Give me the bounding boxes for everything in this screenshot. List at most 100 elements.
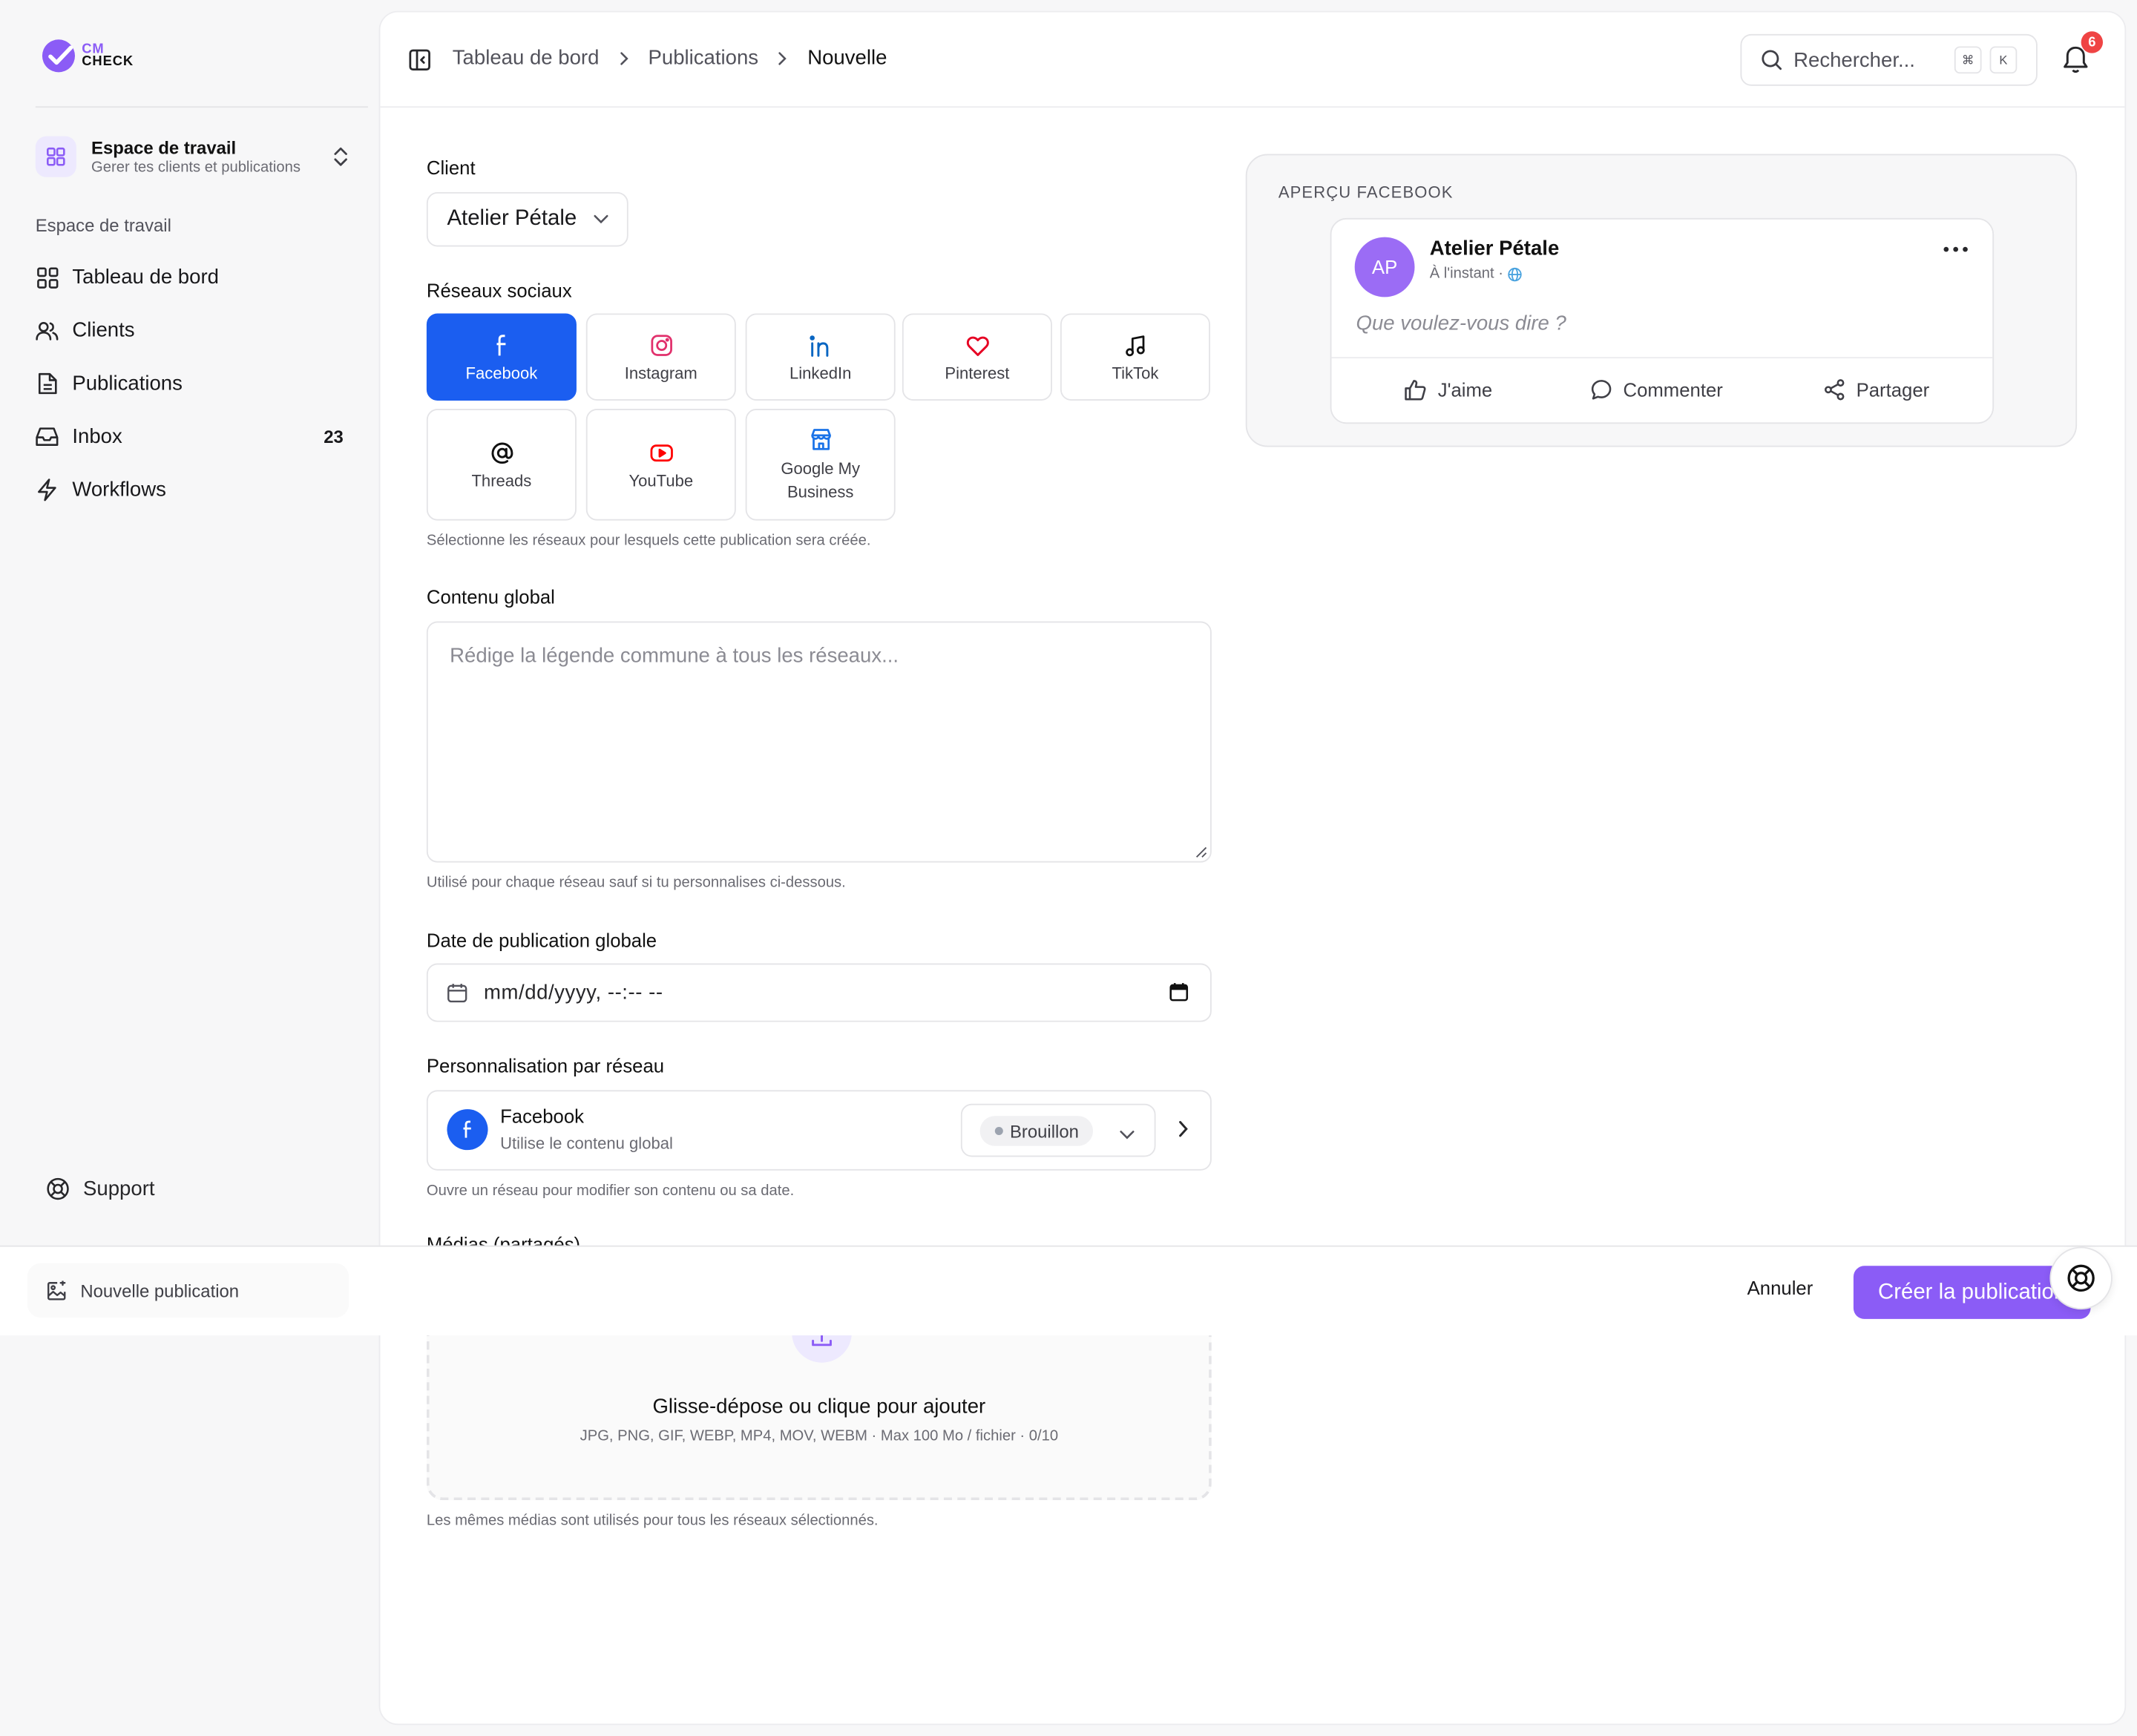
network-linkedin[interactable]: LinkedIn xyxy=(745,313,896,401)
search-icon xyxy=(1762,50,1782,70)
sidebar-item-workflows[interactable]: Workflows xyxy=(36,463,352,516)
network-youtube[interactable]: YouTube xyxy=(585,409,736,521)
custom-help: Ouvre un réseau pour modifier son conten… xyxy=(426,1183,795,1200)
grid-icon xyxy=(35,136,76,177)
client-value: Atelier Pétale xyxy=(447,207,577,231)
network-label: Pinterest xyxy=(945,363,1010,383)
network-label: TikTok xyxy=(1112,363,1159,383)
content-placeholder: Rédige la légende commune à tous les rés… xyxy=(450,644,899,668)
workspace-title: Espace de travail xyxy=(91,137,237,159)
image-edit-icon xyxy=(47,1280,66,1300)
notification-badge: 6 xyxy=(2081,31,2104,53)
logo-check-icon xyxy=(42,39,76,73)
sidebar-item-label: Publications xyxy=(72,372,183,395)
new-publication-label: Nouvelle publication xyxy=(80,1280,240,1301)
breadcrumb: Tableau de bord Publications Nouvelle xyxy=(453,46,887,69)
breadcrumb-current: Nouvelle xyxy=(807,46,887,70)
users-icon xyxy=(36,319,59,342)
sidebar-item-label: Clients xyxy=(72,318,135,343)
date-label: Date de publication globale xyxy=(426,929,657,952)
logo-wordmark: CM CHECK xyxy=(82,42,134,70)
music-note-icon xyxy=(1124,332,1146,359)
network-facebook[interactable]: Facebook xyxy=(426,313,577,401)
network-pinterest[interactable]: Pinterest xyxy=(902,313,1052,401)
chevrons-updown-icon xyxy=(329,143,351,171)
chevron-right-icon[interactable] xyxy=(1178,1120,1189,1145)
network-threads[interactable]: Threads xyxy=(426,409,577,521)
workspace-subtitle: Gerer tes clients et publications xyxy=(91,159,301,176)
preview-time-text: À l'instant · xyxy=(1429,266,1504,283)
sidebar-item-clients[interactable]: Clients xyxy=(36,304,352,358)
sidebar-item-inbox[interactable]: Inbox 23 xyxy=(36,410,352,464)
sidebar-nav: Tableau de bord Clients Publications Inb… xyxy=(36,251,352,516)
bolt-icon xyxy=(36,479,59,502)
network-label: Facebook xyxy=(465,363,538,383)
preview-label: APERÇU FACEBOOK xyxy=(1278,183,1454,202)
support-link[interactable]: Support xyxy=(46,1177,155,1201)
network-label: Threads xyxy=(471,470,532,490)
breadcrumb-dashboard[interactable]: Tableau de bord xyxy=(453,46,600,69)
content-textarea[interactable]: Rédige la légende commune à tous les rés… xyxy=(426,621,1212,863)
cancel-button[interactable]: Annuler xyxy=(1747,1277,1813,1298)
store-icon xyxy=(809,426,832,453)
share-button[interactable]: Partager xyxy=(1824,378,1930,401)
network-label: Instagram xyxy=(624,363,697,383)
sidebar-section-label: Espace de travail xyxy=(35,215,171,236)
comment-button[interactable]: Commenter xyxy=(1590,379,1723,401)
dashboard-icon xyxy=(36,266,59,289)
calendar-icon xyxy=(447,984,467,1003)
inbox-count-badge: 23 xyxy=(324,426,344,447)
more-horizontal-icon[interactable] xyxy=(1943,246,1968,252)
sidebar-item-dashboard[interactable]: Tableau de bord xyxy=(36,251,352,304)
instagram-icon xyxy=(649,332,672,359)
new-publication-tab[interactable]: Nouvelle publication xyxy=(27,1263,349,1318)
network-google-my-business[interactable]: Google My Business xyxy=(745,409,896,521)
share-icon xyxy=(1824,379,1845,401)
share-label: Partager xyxy=(1856,378,1930,401)
app-logo[interactable]: CM CHECK xyxy=(41,38,134,73)
networks-help: Sélectionne les réseaux pour lesquels ce… xyxy=(426,533,871,550)
networks-label: Réseaux sociaux xyxy=(426,279,572,301)
dropzone-title: Glisse-dépose ou clique pour ajouter xyxy=(652,1395,986,1419)
sidebar-item-label: Tableau de bord xyxy=(72,266,219,289)
breadcrumb-publications[interactable]: Publications xyxy=(649,46,759,69)
search-placeholder: Rechercher... xyxy=(1793,48,1915,72)
status-select[interactable]: Brouillon xyxy=(960,1103,1156,1157)
media-help: Les mêmes médias sont utilisés pour tous… xyxy=(426,1512,879,1529)
media-label: Médias (partagés) xyxy=(426,1233,581,1246)
support-label: Support xyxy=(83,1177,155,1201)
preview-placeholder: Que voulez-vous dire ? xyxy=(1356,312,1566,335)
network-tiktok[interactable]: TikTok xyxy=(1060,313,1210,401)
thumbs-up-icon xyxy=(1405,380,1426,401)
kbd-cmd: ⌘ xyxy=(1954,46,1982,74)
chevron-right-icon xyxy=(618,51,629,65)
facebook-preview: APERÇU FACEBOOK AP Atelier Pétale À l'in… xyxy=(1245,154,2078,447)
like-button[interactable]: J'aime xyxy=(1404,379,1492,401)
custom-label: Personnalisation par réseau xyxy=(426,1054,665,1076)
content-label: Contenu global xyxy=(426,585,555,608)
inbox-icon xyxy=(36,425,59,448)
date-input[interactable]: mm/dd/yyyy, --:-- -- xyxy=(426,963,1212,1022)
workspace-switcher[interactable]: Espace de travail Gerer tes clients et p… xyxy=(35,131,352,183)
resize-handle-icon[interactable] xyxy=(1195,846,1208,859)
search-input[interactable]: Rechercher... ⌘ K xyxy=(1740,33,2038,86)
chevron-right-icon xyxy=(778,51,789,65)
sidebar-divider xyxy=(35,106,368,108)
top-bar: Tableau de bord Publications Nouvelle Re… xyxy=(380,13,2125,108)
preview-timestamp: À l'instant · xyxy=(1430,266,1523,282)
sidebar-toggle-icon[interactable] xyxy=(407,47,432,72)
calendar-picker-icon[interactable] xyxy=(1169,982,1189,1002)
network-instagram[interactable]: Instagram xyxy=(585,313,736,401)
network-label: YouTube xyxy=(628,470,694,490)
at-icon xyxy=(490,439,513,467)
help-button[interactable] xyxy=(2049,1246,2113,1310)
client-select[interactable]: Atelier Pétale xyxy=(426,191,628,247)
avatar: AP xyxy=(1354,237,1415,297)
client-label: Client xyxy=(426,157,476,179)
sidebar-item-publications[interactable]: Publications xyxy=(36,357,352,410)
network-row-subtitle: Utilise le contenu global xyxy=(500,1134,673,1153)
network-row-title: Facebook xyxy=(500,1105,584,1127)
media-dropzone[interactable]: Glisse-dépose ou clique pour ajouter JPG… xyxy=(426,1321,1212,1501)
sidebar: CM CHECK Espace de travail Gerer tes cli… xyxy=(0,0,379,1736)
network-custom-row[interactable]: Facebook Utilise le contenu global Broui… xyxy=(426,1090,1212,1171)
